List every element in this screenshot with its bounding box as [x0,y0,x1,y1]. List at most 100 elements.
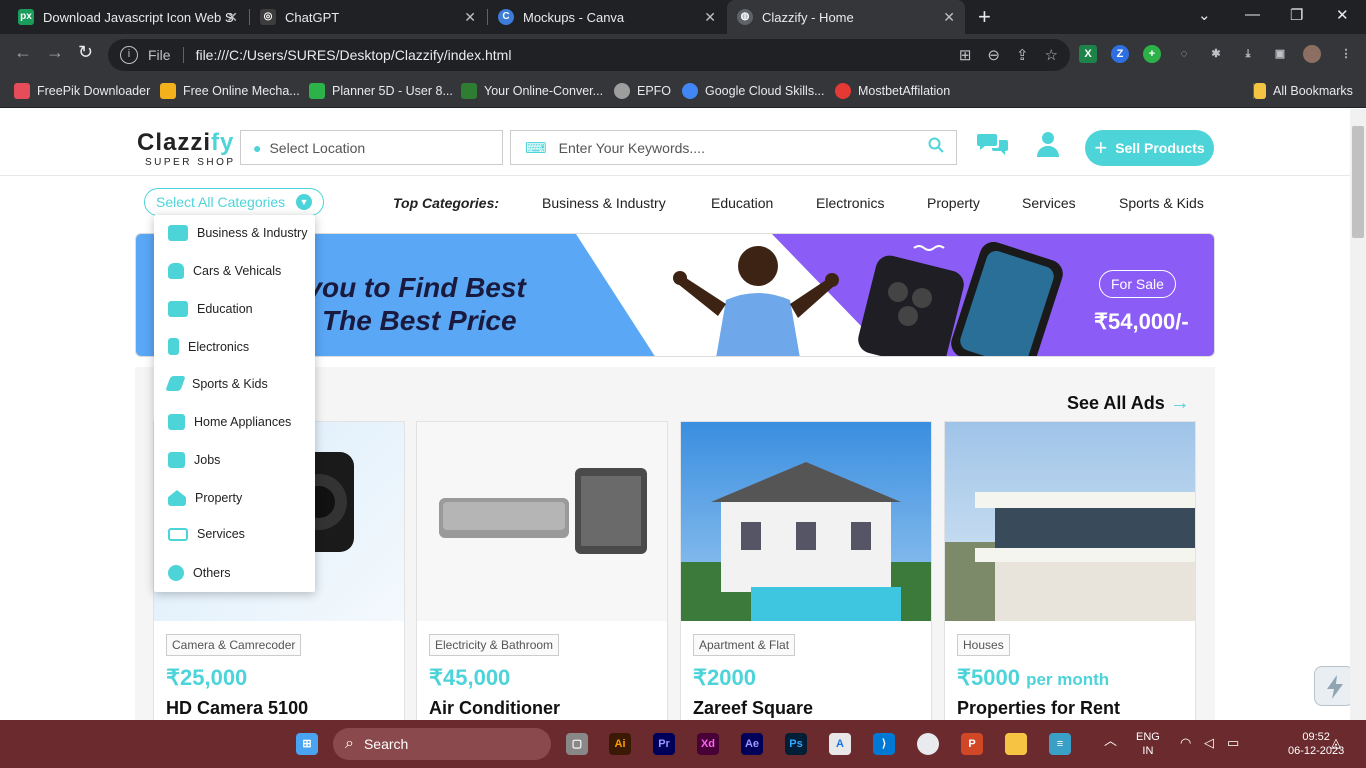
file-explorer-icon[interactable] [1005,733,1027,755]
xd-icon[interactable]: Xd [697,733,719,755]
powerpoint-icon[interactable]: P [961,733,983,755]
nav-sports-kids[interactable]: Sports & Kids [1119,195,1204,211]
card-title[interactable]: Air Conditioner [429,698,560,719]
battery-icon[interactable]: ▭ [1227,736,1239,750]
tray-chevron-icon[interactable]: ︿ [1104,734,1117,748]
app-icon[interactable]: A [829,733,851,755]
bookmark-item[interactable]: MostbetAffilation [835,83,950,99]
download-icon[interactable]: ⤓ [1239,45,1257,63]
dropdown-item-education[interactable]: Education [168,301,253,317]
sell-products-button[interactable]: + Sell Products [1085,130,1214,166]
ad-card[interactable]: Apartment & Flat ₹2000 Zareef Square [680,421,932,720]
category-tag[interactable]: Houses [957,634,1010,656]
task-view-icon[interactable]: ▢ [566,733,588,755]
bulb-extension-icon[interactable]: ◌ [1175,45,1193,63]
taskbar-search[interactable]: ⌕ Search [333,728,551,760]
share-icon[interactable]: ⇪ [1016,46,1029,64]
tab-chatgpt[interactable]: ◎ ChatGPT ✕ [250,0,486,34]
excel-extension-icon[interactable]: X [1079,45,1097,63]
category-tag[interactable]: Camera & Camrecoder [166,634,302,656]
site-logo[interactable]: Clazzify SUPER SHOP [137,129,236,168]
photoshop-icon[interactable]: Ps [785,733,807,755]
nav-education[interactable]: Education [711,195,773,211]
menu-icon[interactable]: ⋮ [1337,45,1355,63]
nav-services[interactable]: Services [1022,195,1076,211]
forward-icon[interactable]: → [46,42,64,63]
dropdown-item-services[interactable]: Services [168,527,245,541]
sidepanel-icon[interactable]: ▣ [1271,45,1289,63]
address-bar[interactable]: i File file:///C:/Users/SURES/Desktop/Cl… [108,39,1070,71]
close-tab-icon[interactable]: ✕ [943,9,955,26]
plus-extension-icon[interactable]: + [1143,45,1161,63]
location-select[interactable]: ● Select Location [240,130,503,165]
tab-search-icon[interactable]: ⌄ [1198,6,1211,24]
category-tag[interactable]: Electricity & Bathroom [429,634,560,656]
user-icon[interactable] [1037,131,1059,157]
see-all-ads-link[interactable]: See All Ads → [1067,392,1190,415]
card-title[interactable]: Zareef Square [693,698,813,719]
dropdown-item-cars[interactable]: Cars & Vehicals [168,263,281,279]
translate-icon[interactable]: ⊞ [959,46,972,64]
dropdown-item-sports[interactable]: Sports & Kids [165,376,268,391]
dropdown-item-jobs[interactable]: Jobs [168,452,220,468]
select-all-categories[interactable]: Select All Categories ▼ [144,188,324,216]
nav-property[interactable]: Property [927,195,980,211]
vscode-icon[interactable]: ⟩ [873,733,895,755]
tab-freepik[interactable]: px Download Javascript Icon Web S ✕ [8,0,248,34]
close-tab-icon[interactable]: ✕ [464,9,476,26]
bookmark-item[interactable]: FreePik Downloader [14,83,150,99]
search-icon: ⌕ [345,735,354,752]
new-tab-button[interactable]: + [978,4,991,30]
chrome-icon[interactable] [917,733,939,755]
bookmark-item[interactable]: Google Cloud Skills... [682,83,825,99]
search-icon[interactable] [928,137,944,158]
profile-avatar[interactable] [1303,45,1321,63]
scrollbar-thumb[interactable] [1352,126,1364,238]
premiere-icon[interactable]: Pr [653,733,675,755]
wifi-icon[interactable]: ◠ [1180,736,1191,750]
all-bookmarks[interactable]: All Bookmarks [1253,83,1353,99]
notification-bell-icon[interactable]: ◬ [1331,736,1341,750]
maximize-button[interactable]: ❐ [1290,6,1303,24]
reload-icon[interactable]: ↻ [78,42,93,63]
category-tag[interactable]: Apartment & Flat [693,634,796,656]
ad-card[interactable]: Electricity & Bathroom ₹45,000 Air Condi… [416,421,668,720]
volume-icon[interactable]: ◁ [1204,736,1214,750]
windows-start-icon[interactable]: ⊞ [296,733,318,755]
nav-business-industry[interactable]: Business & Industry [542,195,666,211]
dropdown-item-property[interactable]: Property [168,490,242,506]
tab-clazzify[interactable]: ◍ Clazzify - Home ✕ [727,0,965,34]
search-input[interactable]: ⌨ Enter Your Keywords.... [510,130,957,165]
ad-card[interactable]: Houses ₹5000 per month Properties for Re… [944,421,1196,720]
close-tab-icon[interactable]: ✕ [704,9,716,26]
info-icon[interactable]: i [120,46,138,64]
back-icon[interactable]: ← [14,42,32,63]
dropdown-item-electronics[interactable]: Electronics [168,338,249,355]
close-window-button[interactable]: ✕ [1336,6,1349,24]
notepad-icon[interactable]: ≡ [1049,733,1071,755]
nav-electronics[interactable]: Electronics [816,195,884,211]
close-tab-icon[interactable]: ✕ [226,9,238,26]
tab-canva[interactable]: C Mockups - Canva ✕ [488,0,726,34]
dropdown-item-home-appliances[interactable]: Home Appliances [168,414,291,430]
zoom-icon[interactable]: ⊖ [987,46,1000,64]
after-effects-icon[interactable]: Ae [741,733,763,755]
illustrator-icon[interactable]: Ai [609,733,631,755]
dropdown-item-others[interactable]: Others [168,565,231,581]
floating-action-button[interactable] [1314,666,1350,706]
bookmark-item[interactable]: EPFO [614,83,671,99]
url-text[interactable]: file:///C:/Users/SURES/Desktop/Clazzify/… [196,47,512,63]
star-icon[interactable]: ☆ [1045,46,1058,64]
puzzle-icon[interactable]: ✱ [1207,45,1225,63]
minimize-button[interactable]: — [1245,6,1260,23]
bookmark-item[interactable]: Free Online Mecha... [160,83,300,99]
chat-icon[interactable] [977,131,1009,164]
card-title[interactable]: Properties for Rent [957,698,1120,719]
bookmark-item[interactable]: Your Online-Conver... [461,83,603,99]
z-extension-icon[interactable]: Z [1111,45,1129,63]
bookmark-item[interactable]: Planner 5D - User 8... [309,83,453,99]
card-title[interactable]: HD Camera 5100 [166,698,308,719]
language-indicator[interactable]: ENG IN [1136,730,1160,758]
dropdown-item-business[interactable]: Business & Industry [168,225,307,241]
categories-dropdown: Business & Industry Cars & Vehicals Educ… [154,215,315,592]
